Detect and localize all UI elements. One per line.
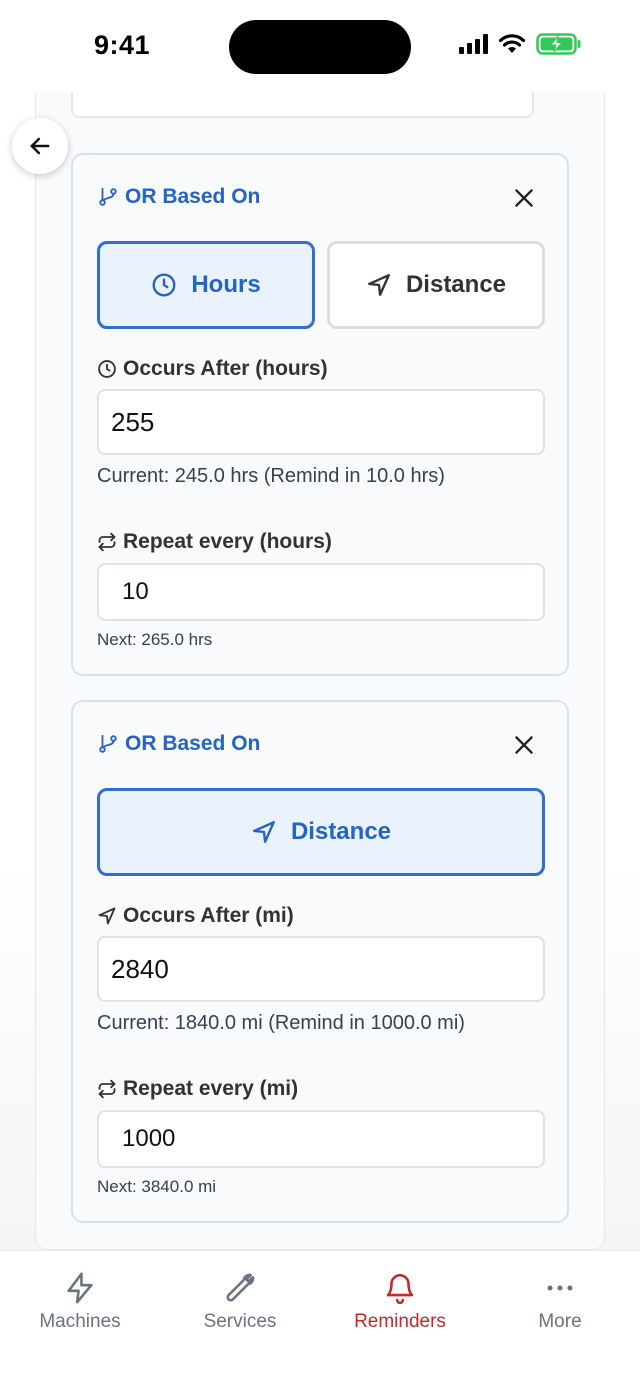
occurs-after-label: Occurs After (hours) (97, 357, 328, 381)
occurs-after-label-text: Occurs After (mi) (123, 904, 294, 927)
clock-icon (152, 273, 176, 297)
occurs-after-value: 2840 (111, 953, 169, 984)
hours-toggle-label: Hours (191, 271, 261, 298)
bell-icon (386, 1274, 414, 1305)
distance-toggle-button[interactable]: Distance (97, 788, 545, 876)
repeat-every-label: Repeat every (hours) (97, 530, 332, 554)
git-branch-icon (99, 734, 117, 753)
distance-toggle-label: Distance (290, 818, 392, 845)
repeat-every-label: Repeat every (mi) (97, 1077, 298, 1101)
card-title: OR Based On (97, 732, 260, 756)
battery-charging-icon (536, 33, 581, 55)
tab-reminders-label: Reminders (354, 1311, 446, 1332)
arrow-left-icon (30, 137, 50, 155)
occurs-after-label: Occurs After (mi) (97, 904, 294, 928)
or-condition-card-distance: OR Based On Distance Occurs After (mi) 2… (71, 700, 569, 1223)
ellipsis-icon (547, 1285, 573, 1291)
close-icon[interactable] (511, 185, 537, 211)
occurs-after-value: 255 (111, 406, 155, 437)
status-icons (459, 33, 582, 55)
repeat-every-label-text: Repeat every (hours) (123, 530, 332, 553)
dynamic-island (229, 20, 411, 74)
tab-machines-label: Machines (39, 1311, 121, 1332)
navigation-arrow-icon (253, 821, 275, 843)
repeat-icon (98, 532, 116, 552)
tab-more[interactable]: More (480, 1271, 640, 1333)
navigation-arrow-icon (368, 274, 390, 296)
clock-icon (98, 360, 116, 378)
repeat-every-label-text: Repeat every (mi) (123, 1077, 299, 1100)
distance-toggle-label: Distance (405, 271, 507, 298)
status-bar: 9:41 (0, 0, 640, 92)
cellular-signal-icon (459, 34, 488, 54)
back-button[interactable] (12, 118, 68, 174)
tab-services[interactable]: Services (160, 1271, 320, 1333)
card-title: OR Based On (97, 185, 260, 209)
occurs-after-label-text: Occurs After (hours) (123, 357, 328, 380)
occurs-after-helper: Current: 1840.0 mi (Remind in 1000.0 mi) (97, 1012, 465, 1034)
bolt-icon (67, 1272, 93, 1304)
occurs-after-hours-input[interactable]: 255 (97, 389, 545, 455)
repeat-every-hours-input[interactable]: 10 (97, 563, 545, 621)
card-title-text: OR Based On (125, 185, 261, 208)
hours-toggle-button[interactable]: Hours (97, 241, 315, 329)
tab-machines[interactable]: Machines (0, 1271, 160, 1333)
distance-toggle-button[interactable]: Distance (327, 241, 545, 329)
wifi-icon (498, 34, 526, 53)
wrench-icon (226, 1273, 255, 1302)
occurs-after-distance-input[interactable]: 2840 (97, 936, 545, 1002)
tab-reminders[interactable]: Reminders (320, 1271, 480, 1333)
close-icon[interactable] (511, 732, 537, 758)
repeat-icon (98, 1079, 116, 1099)
navigation-arrow-icon (98, 907, 116, 925)
git-branch-icon (99, 187, 117, 206)
repeat-every-value: 10 (122, 578, 149, 605)
card-title-text: OR Based On (125, 732, 261, 755)
bottom-tab-bar: Machines Services Reminders More (0, 1250, 640, 1390)
tab-more-label: More (538, 1311, 582, 1332)
repeat-every-distance-input[interactable]: 1000 (97, 1110, 545, 1168)
or-condition-card-hours: OR Based On Hours Distance Occurs After … (71, 153, 569, 676)
occurs-after-helper: Current: 245.0 hrs (Remind in 10.0 hrs) (97, 465, 445, 487)
repeat-every-helper: Next: 3840.0 mi (97, 1177, 217, 1196)
tab-services-label: Services (203, 1311, 277, 1332)
status-time: 9:41 (94, 30, 151, 60)
repeat-every-value: 1000 (122, 1125, 176, 1152)
repeat-every-helper: Next: 265.0 hrs (97, 630, 213, 649)
